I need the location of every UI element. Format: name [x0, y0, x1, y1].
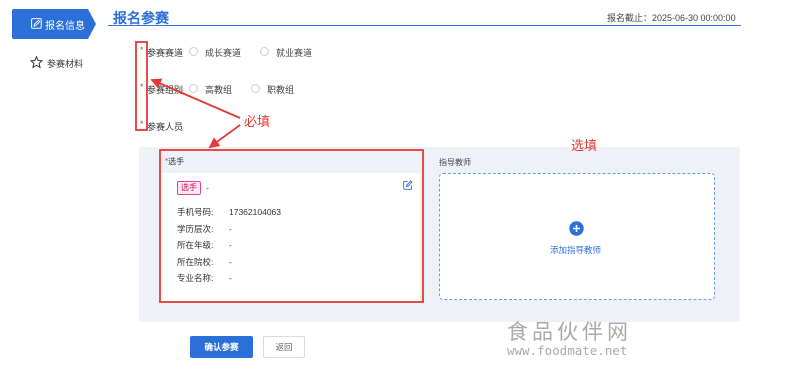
arrow-to-fields [150, 78, 241, 119]
required-fields-highlight [135, 41, 148, 131]
required-annotation: 必填 [244, 114, 271, 129]
annotation-overlay [135, 41, 424, 303]
optional-annotation: 选填 [571, 138, 598, 153]
player-card-highlight [159, 149, 424, 303]
watermark-text: 食品伙伴网 [507, 320, 632, 344]
arrow-to-player [208, 124, 241, 149]
page-root: 报名信息 参赛材料 报名参赛 报名截止：2025-06-30 00:00:00 … [0, 0, 800, 373]
watermark-url: www.foodmate.net [507, 343, 628, 358]
